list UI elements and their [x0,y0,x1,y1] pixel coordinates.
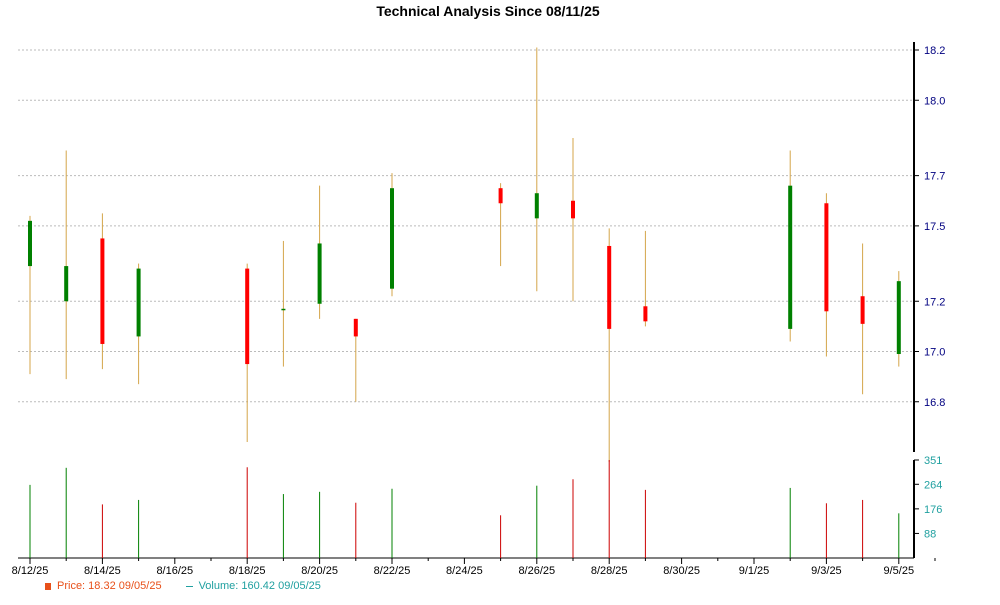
candle-body-down [860,296,865,324]
legend: Price: 18.32 09/05/25 Volume: 160.42 09/… [45,580,321,592]
x-axis: 8/12/25 8/14/25 8/16/25 8/18/25 8/20/25 8/22/… [12,557,936,577]
price-tick-label: 17.0 [924,347,945,359]
volume-axis: 88 176 264 351 [913,455,942,558]
candle-body-down [498,188,503,204]
candle-body-up [28,220,32,267]
price-tick-label: 18.2 [924,45,945,57]
candle-body-up [534,193,539,219]
candle-body-up [390,188,394,289]
legend-volume-swatch [185,585,193,587]
volume-tick-label: 176 [924,504,942,516]
x-tick-label: 8/18/25 [229,565,266,577]
price-grid [18,49,914,403]
candle-body-down [100,238,105,344]
chart-root: Technical Analysis Since 08/11/25 16.8 17… [0,0,1000,600]
price-tick-label: 17.7 [924,171,945,183]
x-tick-label: 8/28/25 [591,565,628,577]
legend-volume-label: Volume: 160.42 09/05/25 [198,580,321,592]
candle-body-up [281,308,286,311]
candle-body-down [643,306,648,322]
x-tick-label: 9/5/25 [884,565,915,577]
volume-tick-label: 264 [924,479,942,491]
legend-price-swatch [45,582,51,590]
volume-tick-label: 351 [924,455,942,467]
x-tick-label: 8/24/25 [446,565,483,577]
volume-tick-label: 88 [924,528,936,540]
candles [28,47,901,463]
candle-body-up [136,268,141,337]
x-tick-label: 8/22/25 [374,565,411,577]
candle-body-down [245,268,250,365]
candle-body-down [607,245,612,329]
price-tick-label: 17.2 [924,296,945,308]
x-tick-label: 8/26/25 [518,565,555,577]
candle-body-up [64,266,69,302]
candle-body-down [571,200,575,219]
candle-body-up [788,185,793,329]
x-tick-label: 8/16/25 [156,565,193,577]
legend-volume: Volume: 160.42 09/05/25 [185,580,321,592]
x-tick-label: 8/30/25 [663,565,700,577]
x-tick-label: 8/20/25 [301,565,338,577]
chart-title: Technical Analysis Since 08/11/25 [376,3,600,19]
candle-body-up [317,243,322,304]
volume-bars [29,460,900,558]
price-tick-label: 17.5 [924,221,945,233]
chart-svg: Technical Analysis Since 08/11/25 16.8 17… [12,3,946,577]
candle-body-down [824,203,829,312]
price-tick-label: 18.0 [924,95,945,107]
x-tick-label: 8/14/25 [84,565,121,577]
legend-price: Price: 18.32 09/05/25 [45,580,162,592]
x-tick-label: 9/3/25 [811,565,842,577]
candle-body-up [896,281,901,355]
x-tick-label: 9/1/25 [739,565,770,577]
x-tick-label: 8/12/25 [12,565,49,577]
price-axis: 16.8 17.0 17.2 17.5 17.7 18.0 18.2 [913,42,945,452]
price-tick-label: 16.8 [924,397,945,409]
legend-price-label: Price: 18.32 09/05/25 [57,580,162,592]
candle-body-down [353,318,358,337]
